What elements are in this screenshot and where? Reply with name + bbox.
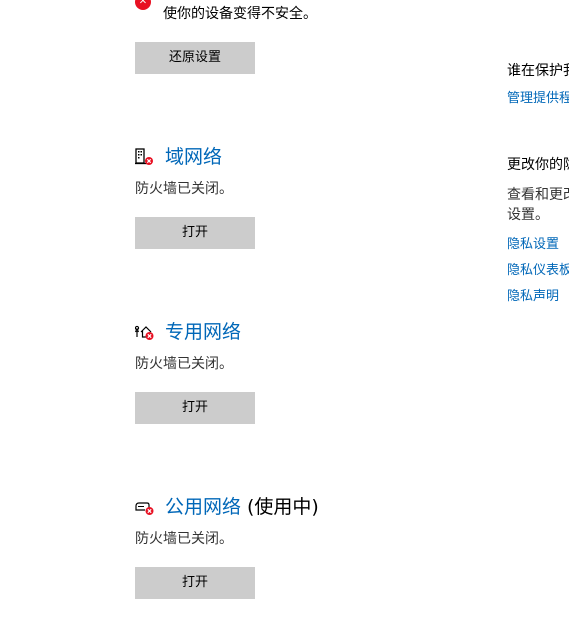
warning-text: 使你的设备变得不安全。 (163, 6, 317, 22)
in-use-label: (使用中) (247, 496, 319, 518)
private-network-icon (135, 325, 154, 340)
domain-network-status: 防火墙已关闭。 (135, 181, 233, 197)
private-network-title[interactable]: 专用网络 (165, 319, 241, 345)
public-network-icon (135, 502, 154, 515)
privacy-dashboard-link[interactable]: 隐私仪表板 (507, 259, 569, 278)
error-icon: ✕ (135, 0, 151, 10)
change-privacy-heading: 更改你的隐私设置 (507, 157, 569, 173)
public-network-status: 防火墙已关闭。 (135, 531, 233, 547)
domain-network-turn-on-button[interactable]: 打开 (135, 217, 255, 249)
restore-settings-button[interactable]: 还原设置 (135, 42, 255, 74)
manage-providers-link[interactable]: 管理提供程序 (507, 87, 569, 106)
firewall-page: ✕ 使你的设备变得不安全。 还原设置 域网络 防火墙已关闭。 打开 专用网络 防… (0, 0, 569, 628)
public-network-turn-on-button[interactable]: 打开 (135, 567, 255, 599)
private-network-status: 防火墙已关闭。 (135, 356, 233, 372)
right-sidebar: 谁在保护我 管理提供程序 更改你的隐私设置 查看和更改 设置。 隐私设置 隐私仪… (507, 0, 569, 628)
view-change-text-line1: 查看和更改 (507, 187, 569, 203)
public-network-title: 公用网络 (使用中) (165, 494, 319, 520)
domain-network-icon (135, 148, 153, 165)
view-change-text-line2: 设置。 (507, 207, 549, 223)
privacy-statement-link[interactable]: 隐私声明 (507, 285, 559, 304)
privacy-settings-link[interactable]: 隐私设置 (507, 233, 559, 252)
who-protects-heading: 谁在保护我 (507, 63, 569, 79)
public-network-link[interactable]: 公用网络 (165, 496, 241, 518)
private-network-turn-on-button[interactable]: 打开 (135, 392, 255, 424)
domain-network-title[interactable]: 域网络 (165, 144, 222, 170)
